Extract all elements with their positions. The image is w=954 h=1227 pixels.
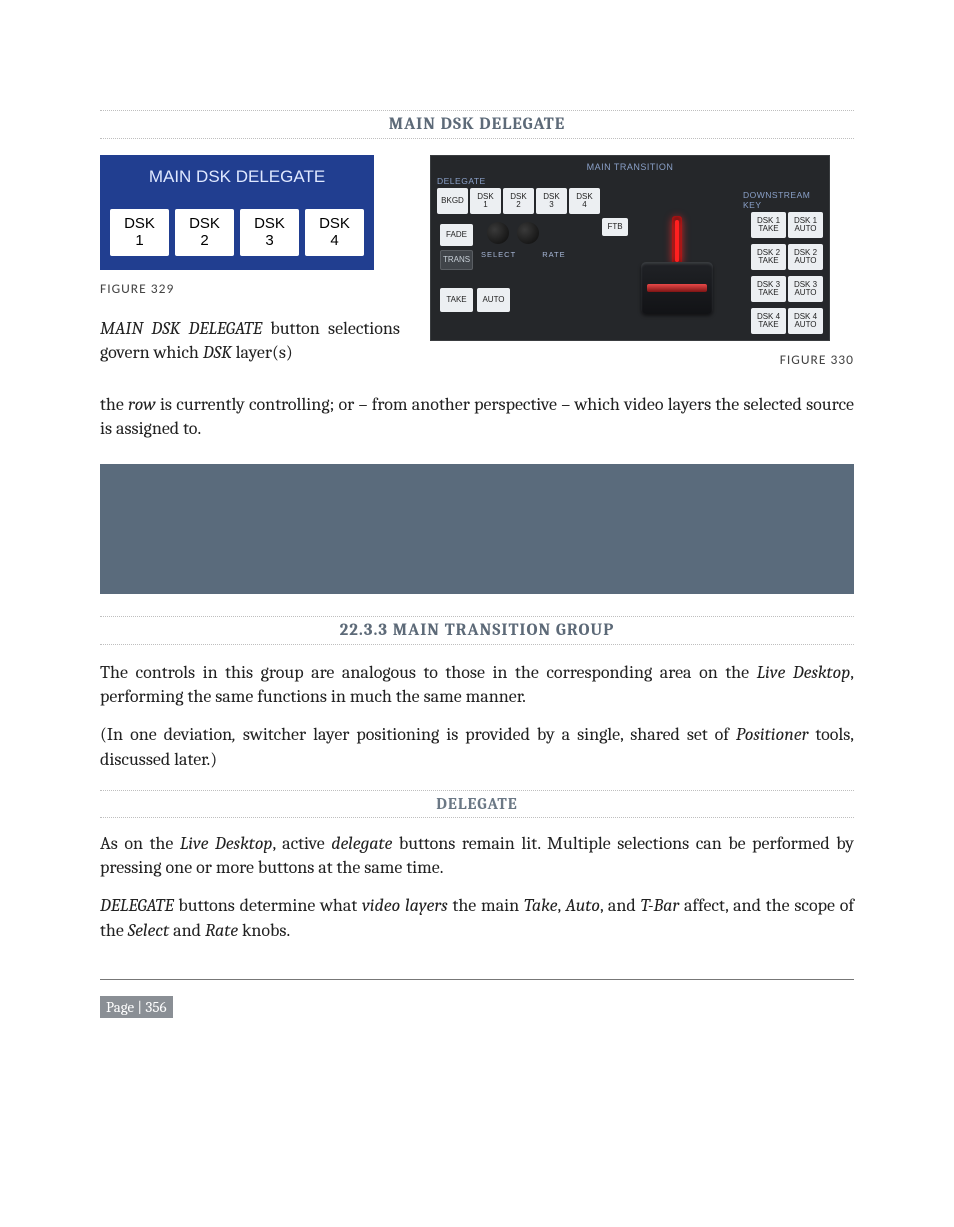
dsk2-take-button[interactable]: DSK 2TAKE — [751, 244, 786, 270]
figure-329-panel: MAIN DSK DELEGATE DSK1 DSK2 DSK3 DSK4 — [100, 155, 374, 270]
masked-paragraph — [100, 464, 854, 594]
para-3: The controls in this group are analogous… — [100, 661, 854, 710]
page-number: Page | 356 — [100, 996, 173, 1018]
fade-button[interactable]: FADE — [440, 224, 473, 246]
dsk3-delegate-button[interactable]: DSK3 — [536, 188, 567, 214]
footer-rule — [100, 979, 854, 980]
take-button[interactable]: TAKE — [440, 288, 473, 312]
rate-knob[interactable] — [517, 222, 539, 244]
dsk2-delegate-button[interactable]: DSK2 — [503, 188, 534, 214]
para-4: (In one deviation, switcher layer positi… — [100, 723, 854, 772]
ftb-button[interactable]: FTB — [602, 218, 628, 236]
dsk3-auto-button[interactable]: DSK 3AUTO — [788, 276, 823, 302]
heading-main-dsk-delegate: MAIN DSK DELEGATE — [100, 110, 854, 139]
dsk-3-button[interactable]: DSK3 — [240, 209, 299, 256]
bkgd-button[interactable]: BKGD — [437, 188, 468, 214]
dsk-1-button[interactable]: DSK1 — [110, 209, 169, 256]
figure-329-caption: FIGURE 329 — [100, 280, 400, 297]
para-5: As on the Live Desktop, active delegate … — [100, 832, 854, 881]
dsk1-delegate-button[interactable]: DSK1 — [470, 188, 501, 214]
dsk-2-button[interactable]: DSK2 — [175, 209, 234, 256]
dsk2-auto-button[interactable]: DSK 2AUTO — [788, 244, 823, 270]
t-bar[interactable] — [635, 216, 719, 312]
dsk3-take-button[interactable]: DSK 3TAKE — [751, 276, 786, 302]
select-knob[interactable] — [487, 222, 509, 244]
dsk1-auto-button[interactable]: DSK 1AUTO — [788, 212, 823, 238]
trans-button[interactable]: TRANS — [440, 250, 473, 270]
dsk-4-button[interactable]: DSK4 — [305, 209, 364, 256]
dsk1-take-button[interactable]: DSK 1TAKE — [751, 212, 786, 238]
dsk4-auto-button[interactable]: DSK 4AUTO — [788, 308, 823, 334]
fig330-delegate-label: DELEGATE — [437, 176, 486, 186]
fig329-title: MAIN DSK DELEGATE — [102, 157, 372, 209]
heading-main-transition-group: 22.3.3 MAIN TRANSITION GROUP — [100, 616, 854, 645]
fig330-main-transition-label: MAIN TRANSITION — [437, 162, 823, 172]
para-2: the row is currently controlling; or – f… — [100, 393, 854, 442]
dsk4-delegate-button[interactable]: DSK4 — [569, 188, 600, 214]
para-1-narrow: MAIN DSK DELEGATE button selections gove… — [100, 317, 400, 366]
dsk4-take-button[interactable]: DSK 4TAKE — [751, 308, 786, 334]
para-6: DELEGATE buttons determine what video la… — [100, 894, 854, 943]
auto-button[interactable]: AUTO — [477, 288, 510, 312]
select-label: SELECT — [481, 250, 516, 259]
figure-330-panel: MAIN TRANSITION DELEGATE BKGD DSK1 DSK2 — [430, 155, 830, 341]
rate-label: RATE — [542, 250, 565, 259]
heading-delegate: DELEGATE — [100, 790, 854, 818]
fig330-downstream-key-label: DOWNSTREAM KEY — [743, 190, 823, 210]
figure-330-caption: FIGURE 330 — [430, 351, 854, 368]
